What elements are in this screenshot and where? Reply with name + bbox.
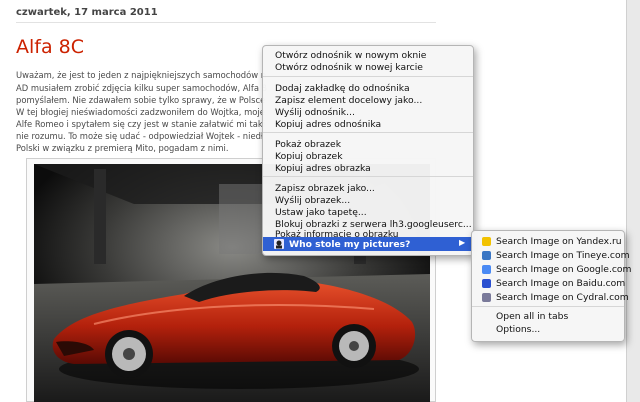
submenu-item-cydral[interactable]: Search Image on Cydral.com (482, 292, 629, 303)
menu-separator (263, 132, 473, 133)
post-text-line: Alfe Romeo i spytałem się czy jest w sta… (16, 119, 266, 129)
menu-item-save-image-as[interactable]: Zapisz obrazek jako... (275, 183, 375, 194)
menu-item-open-new-window[interactable]: Otwórz odnośnik w nowym oknie (275, 50, 426, 61)
menu-item-copy-image-address[interactable]: Kopiuj adres obrazka (275, 163, 371, 174)
post-text-line: Uważam, że jest to jeden z najpiękniejsz… (16, 70, 267, 80)
menu-item-send-image[interactable]: Wyślij obrazek... (275, 195, 350, 206)
post-text-line: Polski w związku z premierą Mito, pogada… (16, 143, 229, 153)
submenu-item-tineye[interactable]: Search Image on Tineye.com (482, 250, 630, 261)
menu-item-copy-link-address[interactable]: Kopiuj adres odnośnika (275, 119, 381, 130)
submenu-item-label: Search Image on Yandex.ru (496, 236, 622, 247)
yandex-icon (482, 237, 491, 246)
submenu-who-stole: Search Image on Yandex.ru Search Image o… (471, 230, 631, 342)
post-date: czwartek, 17 marca 2011 (16, 7, 158, 18)
menu-separator (263, 176, 473, 177)
submenu-arrow-icon: ▶ (459, 238, 466, 247)
who-stole-extension-icon (274, 239, 284, 249)
date-divider (16, 22, 436, 23)
submenu-item-yandex[interactable]: Search Image on Yandex.ru (482, 236, 622, 247)
post-text-line: nie rozumu. To może się udać - odpowiedz… (16, 131, 264, 141)
menu-item-send-link[interactable]: Wyślij odnośnik... (275, 107, 355, 118)
menu-separator (263, 76, 473, 77)
post-title[interactable]: Alfa 8C (16, 36, 84, 58)
submenu-item-label: Search Image on Baidu.com (496, 278, 626, 289)
menu-item-set-wallpaper[interactable]: Ustaw jako tapetę... (275, 207, 367, 218)
menu-item-block-images[interactable]: Blokuj obrazki z serwera lh3.googleuserc… (275, 219, 472, 230)
submenu-item-label: Search Image on Google.com (496, 264, 632, 275)
submenu-item-google[interactable]: Search Image on Google.com (482, 264, 631, 275)
baidu-icon (482, 279, 491, 288)
post-text-line: W tej błogiej nieświadomości zadzwoniłem… (16, 107, 265, 117)
menu-item-open-new-tab[interactable]: Otwórz odnośnik w nowej karcie (275, 62, 423, 73)
submenu-item-label: Search Image on Cydral.com (496, 292, 629, 303)
menu-item-bookmark-link[interactable]: Dodaj zakładkę do odnośnika (275, 83, 410, 94)
cydral-icon (482, 293, 491, 302)
menu-separator (472, 306, 624, 307)
submenu-item-label: Search Image on Tineye.com (496, 250, 630, 261)
submenu-item-baidu[interactable]: Search Image on Baidu.com (482, 278, 625, 289)
menu-item-show-image[interactable]: Pokaż obrazek (275, 139, 341, 150)
context-menu: Otwórz odnośnik w nowym oknie Otwórz odn… (262, 45, 474, 256)
menu-item-who-stole-label[interactable]: Who stole my pictures? (289, 239, 410, 250)
google-icon (482, 265, 491, 274)
tineye-icon (482, 251, 491, 260)
menu-item-save-link-as[interactable]: Zapisz element docelowy jako... (275, 95, 422, 106)
post-text-line: pomyślałem. Nie zdawałem sobie tylko spr… (16, 95, 266, 105)
menu-item-copy-image[interactable]: Kopiuj obrazek (275, 151, 343, 162)
submenu-item-options[interactable]: Options... (496, 324, 540, 335)
submenu-item-open-all-tabs[interactable]: Open all in tabs (496, 311, 568, 322)
scrollbar-gutter[interactable] (626, 0, 640, 402)
post-text-line: AD musiałem zrobić zdjęcia kilku super s… (16, 83, 267, 93)
